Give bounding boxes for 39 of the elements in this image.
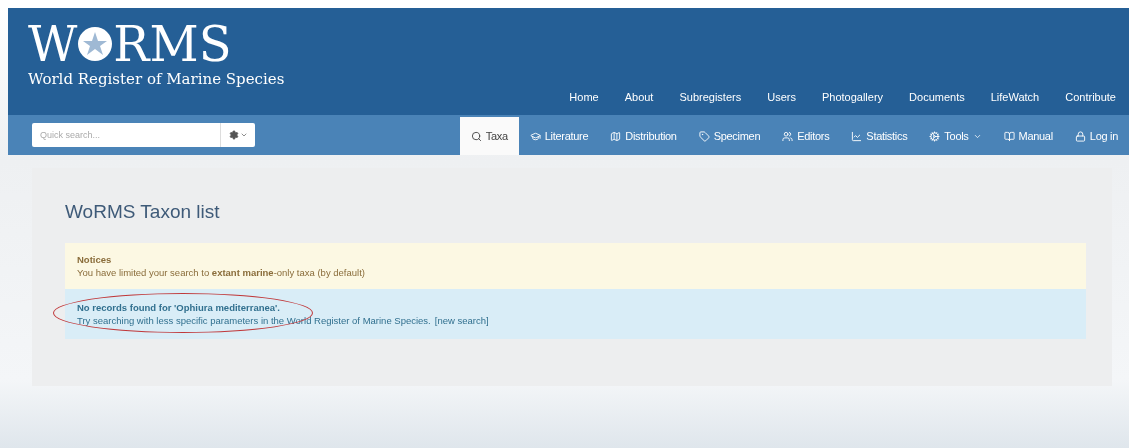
logo-text: W (28, 18, 78, 70)
nav-tab[interactable]: Log in (1063, 117, 1129, 155)
nav-link[interactable]: Subregisters (666, 87, 755, 107)
result-title: No records found for 'Ophiura mediterranea'. (77, 302, 281, 313)
line-chart-icon (851, 130, 863, 142)
page-title: WoRMS Taxon list (65, 201, 221, 223)
logo-text: RMS (113, 18, 232, 70)
map-icon (610, 130, 622, 142)
search-icon (470, 130, 482, 142)
quick-search-field[interactable]: Quick search... (32, 123, 220, 147)
gear-icon (228, 130, 239, 140)
caret-icon (239, 131, 248, 139)
graduation-cap-icon (529, 130, 541, 142)
nav-tab[interactable]: Statistics (840, 117, 919, 155)
lock-icon (1074, 130, 1086, 142)
notice-text: You have limited your search to extant marine-only taxa (by default) (77, 267, 366, 278)
nav-link[interactable]: About (611, 87, 667, 107)
nav-link[interactable]: Contribute (1052, 87, 1129, 107)
nav-tab[interactable]: Literature (518, 117, 600, 155)
nav-tab[interactable]: Distribution (599, 117, 688, 155)
book-icon (1003, 130, 1015, 142)
people-icon (782, 130, 794, 142)
logo-subtitle: World Register of Marine Species (28, 70, 285, 88)
nav-tab[interactable]: Editors (771, 117, 841, 155)
nav-tab[interactable]: Tools (918, 117, 993, 155)
sand-dollar-icon (77, 26, 114, 62)
tag-icon (698, 130, 710, 142)
notice-title: Notices (77, 254, 113, 265)
nav-tab[interactable]: Taxa (459, 117, 519, 155)
nav-link[interactable]: Documents (896, 87, 978, 107)
search-options-button[interactable] (220, 123, 255, 147)
nav-tab[interactable]: Manual (992, 117, 1064, 155)
nav-link[interactable]: Photogallery (808, 87, 897, 107)
new-search-link[interactable]: [new search] (434, 315, 489, 326)
nav-tab[interactable]: Specimen (687, 117, 772, 155)
nav-link[interactable]: Home (556, 87, 612, 107)
nav-link[interactable]: Users (754, 87, 809, 107)
nav-link[interactable]: LifeWatch (977, 87, 1053, 107)
gear-icon (929, 130, 941, 142)
